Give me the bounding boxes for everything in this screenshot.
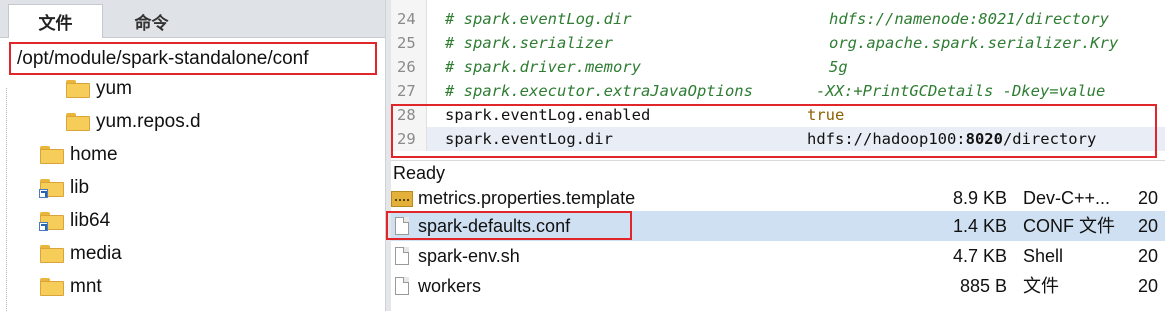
link-folder-icon bbox=[39, 212, 64, 231]
line-number: 24 bbox=[391, 7, 427, 31]
file-list: metrics.properties.template 8.9 KB Dev-C… bbox=[391, 183, 1165, 311]
tree-item-lib[interactable]: lib bbox=[39, 173, 90, 203]
file-type: CONF 文件 bbox=[1023, 216, 1115, 236]
tree-item-media[interactable]: media bbox=[40, 239, 122, 269]
tree-item-label: lib bbox=[70, 177, 90, 198]
dev-file-icon bbox=[391, 191, 413, 207]
line-value: 5g bbox=[829, 58, 848, 76]
tree-item-label: lib64 bbox=[70, 210, 111, 231]
file-row[interactable]: metrics.properties.template 8.9 KB Dev-C… bbox=[391, 183, 1165, 213]
link-folder-icon bbox=[39, 179, 64, 198]
tree-item-label: yum bbox=[96, 78, 132, 99]
file-type: 文件 bbox=[1023, 276, 1059, 296]
file-size: 885 B bbox=[959, 276, 1007, 296]
tree-item-yum[interactable]: yum bbox=[66, 74, 132, 104]
line-value: org.apache.spark.serializer.Kry bbox=[829, 34, 1119, 52]
file-type: Dev-C++... bbox=[1023, 188, 1111, 208]
folder-icon bbox=[66, 113, 90, 131]
path-bar: /opt/module/spark-standalone/conf bbox=[0, 38, 385, 80]
line-number: 25 bbox=[391, 31, 427, 55]
left-pane: 文件 命令 /opt/module/spark-standalone/conf … bbox=[0, 0, 385, 311]
tab-bar: 文件 命令 bbox=[0, 0, 385, 38]
tree-item-lib64[interactable]: lib64 bbox=[39, 206, 111, 236]
folder-icon bbox=[40, 278, 64, 296]
file-date: 20 bbox=[1138, 276, 1159, 296]
file-name: spark-env.sh bbox=[418, 246, 520, 266]
tree-item-label: yum.repos.d bbox=[96, 111, 201, 132]
file-size: 8.9 KB bbox=[952, 188, 1007, 208]
editor-line: 25 # spark.serializer org.apache.spark.s… bbox=[391, 31, 1165, 55]
status-bar: Ready bbox=[391, 160, 1165, 185]
tree-item-label: home bbox=[70, 144, 118, 165]
tree-item-mnt[interactable]: mnt bbox=[40, 272, 102, 302]
file-type: Shell bbox=[1023, 246, 1064, 266]
tree-item-home[interactable]: home bbox=[40, 140, 118, 170]
path-input[interactable]: /opt/module/spark-standalone/conf bbox=[9, 42, 377, 75]
file-date: 20 bbox=[1138, 246, 1159, 266]
editor-line: 26 # spark.driver.memory 5g bbox=[391, 55, 1165, 79]
line-key: # spark.driver.memory bbox=[445, 58, 641, 76]
file-highlight-box bbox=[386, 211, 632, 240]
folder-icon bbox=[40, 245, 64, 263]
line-number: 26 bbox=[391, 55, 427, 79]
file-row[interactable]: workers 885 B 文件 20 bbox=[391, 271, 1165, 301]
file-name: workers bbox=[418, 276, 482, 296]
tree-item-yum-repos-d[interactable]: yum.repos.d bbox=[66, 107, 201, 137]
tree-item-label: media bbox=[70, 243, 122, 264]
file-date: 20 bbox=[1138, 188, 1159, 208]
tab-files[interactable]: 文件 bbox=[8, 4, 103, 38]
tree-guide-line bbox=[6, 88, 7, 311]
editor-line: 27 # spark.executor.extraJavaOptions -XX… bbox=[391, 79, 1165, 103]
file-icon bbox=[395, 277, 409, 295]
line-value: hdfs://namenode:8021/directory bbox=[829, 10, 1109, 28]
line-key: # spark.executor.extraJavaOptions bbox=[445, 82, 753, 100]
tree-item-label: mnt bbox=[70, 276, 102, 297]
line-number: 27 bbox=[391, 79, 427, 103]
line-value: -XX:+PrintGCDetails -Dkey=value bbox=[816, 82, 1106, 100]
tab-commands[interactable]: 命令 bbox=[104, 4, 199, 38]
line-key: # spark.eventLog.dir bbox=[445, 10, 632, 28]
editor-line: 24 # spark.eventLog.dir hdfs://namenode:… bbox=[391, 7, 1165, 31]
folder-icon bbox=[40, 146, 64, 164]
file-name: metrics.properties.template bbox=[418, 188, 636, 208]
file-date: 20 bbox=[1138, 216, 1159, 236]
folder-icon bbox=[66, 80, 90, 98]
file-row[interactable]: spark-env.sh 4.7 KB Shell 20 bbox=[391, 241, 1165, 271]
file-size: 1.4 KB bbox=[952, 216, 1007, 236]
file-icon bbox=[395, 247, 409, 265]
line-key: # spark.serializer bbox=[445, 34, 613, 52]
file-size: 4.7 KB bbox=[952, 246, 1007, 266]
editor-highlight-box bbox=[391, 104, 1157, 158]
